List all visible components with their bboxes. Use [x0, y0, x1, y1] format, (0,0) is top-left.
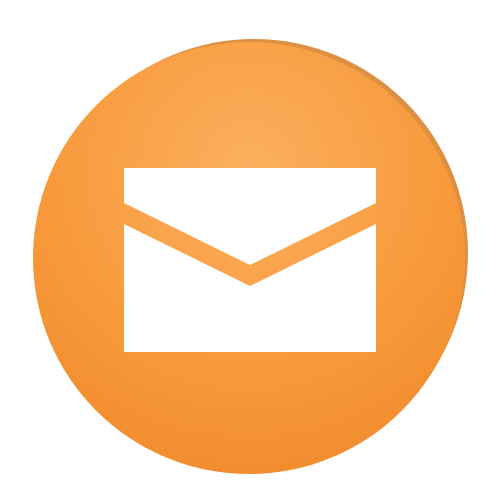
mail-app-icon[interactable] [0, 0, 500, 500]
mail-icon-graphic [33, 39, 468, 474]
envelope-icon [124, 168, 376, 352]
